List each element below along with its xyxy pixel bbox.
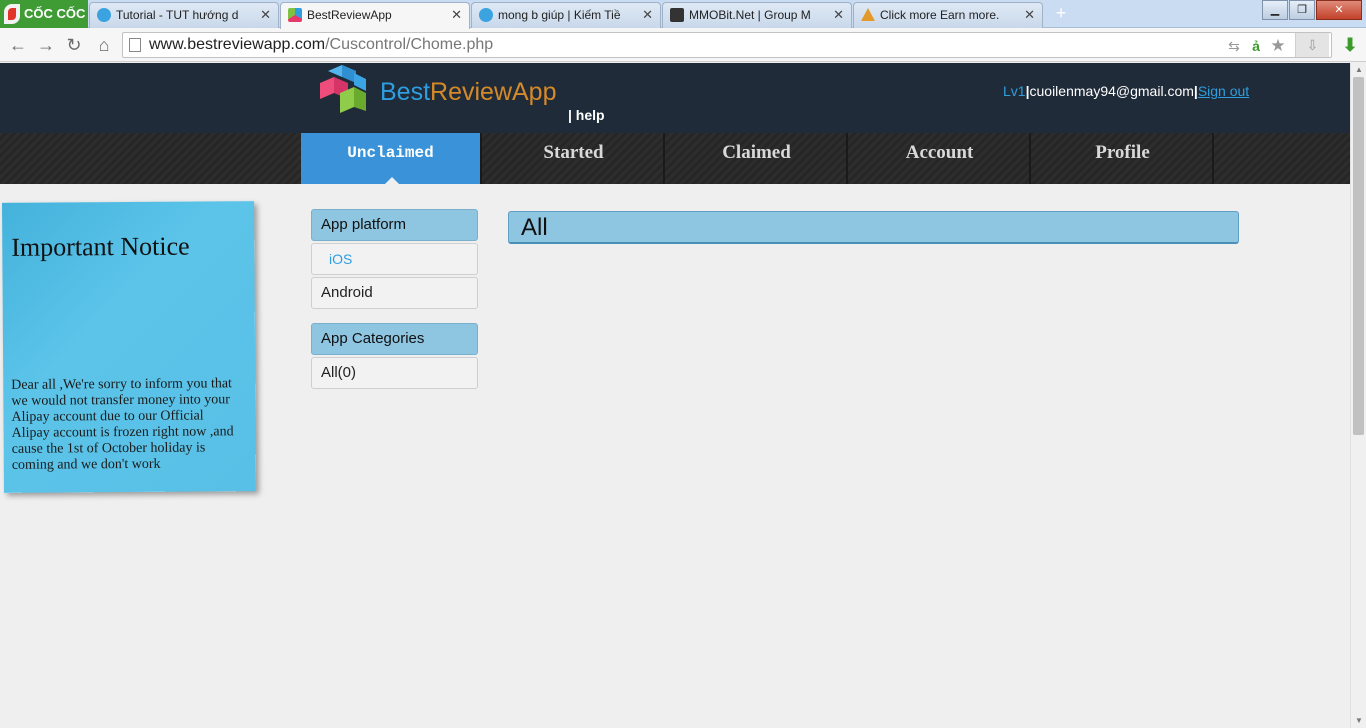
nav-tab-unclaimed[interactable]: Unclaimed: [301, 133, 482, 184]
site-header: BestReviewApp | help Lv1|cuoilenmay94@gm…: [0, 63, 1350, 133]
close-tab-icon[interactable]: ✕: [451, 3, 462, 27]
close-tab-icon[interactable]: ✕: [833, 3, 844, 27]
scroll-up-arrow-icon[interactable]: ▲: [1351, 63, 1366, 77]
page-viewport: BestReviewApp | help Lv1|cuoilenmay94@gm…: [0, 63, 1350, 728]
important-notice-card: Important Notice Dear all ,We're sorry t…: [1, 201, 257, 493]
tab-title: Click more Earn more.: [880, 8, 1000, 22]
maximize-button[interactable]: ❐: [1289, 0, 1315, 20]
reload-icon[interactable]: ↻: [62, 33, 86, 57]
scrollbar-thumb[interactable]: [1353, 77, 1364, 435]
download-tray-icon[interactable]: ⇩: [1295, 33, 1329, 57]
page-scrollbar[interactable]: ▲ ▼: [1350, 63, 1366, 728]
home-icon[interactable]: ⌂: [92, 33, 116, 57]
user-level: Lv1: [1003, 83, 1026, 99]
browser-tab-bar: CỐC CỐC Tutorial - TUT hướng dẫn ✕ BestR…: [0, 0, 1366, 29]
nav-tab-claimed[interactable]: Claimed: [667, 133, 848, 184]
sign-out-link[interactable]: Sign out: [1198, 83, 1249, 99]
tab-favicon-icon: [97, 8, 111, 22]
category-option-all[interactable]: All(0): [311, 357, 478, 389]
page-icon: [129, 38, 141, 52]
close-tab-icon[interactable]: ✕: [260, 3, 271, 27]
warning-icon: [861, 8, 875, 21]
user-email: cuoilenmay94@gmail.com: [1029, 83, 1194, 99]
category-filter-group: App Categories All(0): [300, 323, 480, 389]
close-window-button[interactable]: ✕: [1316, 0, 1362, 20]
browser-tab-tutorial[interactable]: Tutorial - TUT hướng dẫn ✕: [89, 2, 279, 28]
address-bar[interactable]: www.bestreviewapp.com/Cuscontrol/Chome.p…: [122, 32, 1332, 58]
platform-option-ios[interactable]: iOS: [311, 243, 478, 275]
browser-tab-kiemtien[interactable]: mong b giúp | Kiếm Tiền T ✕: [471, 2, 661, 28]
platform-filter-heading: App platform: [311, 209, 478, 241]
tab-favicon-icon: [288, 8, 302, 22]
notice-body: Dear all ,We're sorry to inform you that…: [11, 376, 234, 473]
coccoc-logo[interactable]: CỐC CỐC: [0, 0, 88, 28]
tab-title: Tutorial - TUT hướng dẫn: [116, 8, 238, 22]
app-list-heading-text: All: [521, 214, 548, 241]
category-filter-heading: App Categories: [311, 323, 478, 355]
tab-favicon-icon: [670, 8, 684, 22]
browser-tab-bestreviewapp[interactable]: BestReviewApp ✕: [280, 2, 470, 29]
tab-title: mong b giúp | Kiếm Tiền T: [498, 8, 620, 22]
translate-icon[interactable]: ⇆: [1225, 37, 1243, 55]
help-link[interactable]: | help: [568, 107, 605, 123]
tab-title: MMOBit.Net | Group Make: [689, 8, 811, 22]
nav-tab-account[interactable]: Account: [850, 133, 1031, 184]
app-list-heading: All: [508, 211, 1239, 244]
vietnamese-input-icon[interactable]: ả: [1247, 37, 1265, 55]
close-tab-icon[interactable]: ✕: [642, 3, 653, 27]
forward-arrow-icon[interactable]: →: [34, 33, 58, 57]
nav-tab-profile[interactable]: Profile: [1033, 133, 1214, 184]
platform-option-android[interactable]: Android: [311, 277, 478, 309]
browser-brand: CỐC CỐC: [24, 6, 86, 21]
browser-toolbar: ← → ↻ ⌂ www.bestreviewapp.com/Cuscontrol…: [0, 28, 1366, 62]
notice-title: Important Notice: [11, 231, 190, 262]
star-bookmark-icon[interactable]: ★: [1269, 37, 1287, 55]
platform-filter-group: App platform iOS Android: [300, 209, 480, 309]
url-text: www.bestreviewapp.com/Cuscontrol/Chome.p…: [149, 36, 494, 53]
browser-tab-mmobit[interactable]: MMOBit.Net | Group Make ✕: [662, 2, 852, 28]
tab-title: BestReviewApp: [307, 8, 392, 22]
minimize-button[interactable]: ▁: [1262, 0, 1288, 20]
nav-tab-started[interactable]: Started: [484, 133, 665, 184]
back-arrow-icon[interactable]: ←: [6, 33, 30, 57]
new-tab-button[interactable]: +: [1050, 4, 1072, 24]
main-nav: Unclaimed Started Claimed Account Profil…: [0, 133, 1350, 184]
filter-sidebar: App platform iOS Android App Categories …: [300, 209, 480, 403]
coccoc-leaf-icon: [4, 4, 20, 24]
logo-cube-icon: [320, 65, 366, 113]
download-icon[interactable]: ⬇: [1338, 33, 1362, 57]
user-bar: Lv1|cuoilenmay94@gmail.com|Sign out: [1003, 83, 1249, 99]
scroll-down-arrow-icon[interactable]: ▼: [1351, 714, 1366, 728]
close-tab-icon[interactable]: ✕: [1024, 3, 1035, 27]
tab-favicon-icon: [479, 8, 493, 22]
site-logo-text[interactable]: BestReviewApp: [380, 77, 556, 107]
browser-tab-clickmore[interactable]: Click more Earn more. ✕: [853, 2, 1043, 28]
